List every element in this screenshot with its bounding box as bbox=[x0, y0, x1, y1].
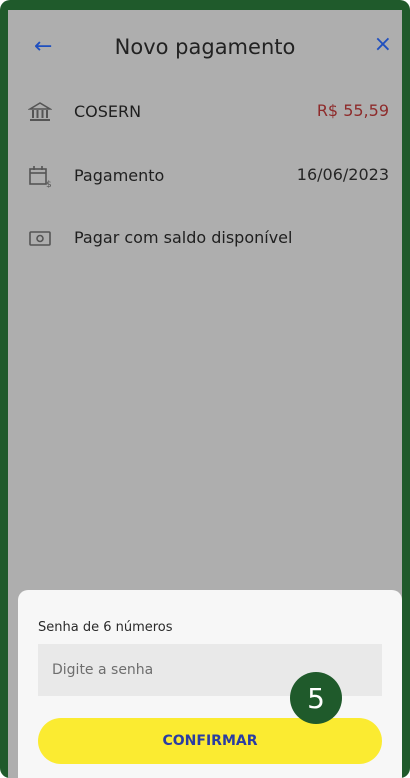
svg-text:$: $ bbox=[46, 180, 52, 188]
tutorial-frame: ← Novo pagamento × COSERN R$ 55,59 $ Pag… bbox=[0, 0, 410, 778]
bank-icon bbox=[28, 102, 52, 121]
password-label: Senha de 6 números bbox=[38, 620, 173, 635]
confirm-button[interactable]: CONFIRMAR bbox=[38, 718, 382, 764]
close-icon[interactable]: × bbox=[374, 32, 392, 58]
calendar-money-icon: $ bbox=[29, 166, 52, 188]
payment-date-label: Pagamento bbox=[74, 166, 165, 185]
payment-screen: ← Novo pagamento × COSERN R$ 55,59 $ Pag… bbox=[8, 10, 402, 778]
payment-date-row: $ Pagamento 16/06/2023 bbox=[8, 156, 402, 196]
wallet-icon bbox=[29, 231, 51, 246]
payment-date-value: 16/06/2023 bbox=[296, 165, 389, 184]
step-number-badge: 5 bbox=[290, 672, 342, 724]
biller-name: COSERN bbox=[74, 102, 142, 121]
biller-row: COSERN R$ 55,59 bbox=[8, 92, 402, 132]
balance-row[interactable]: Pagar com saldo disponível bbox=[8, 218, 402, 258]
app-header: ← Novo pagamento × bbox=[8, 10, 402, 82]
password-sheet: Senha de 6 números CONFIRMAR bbox=[18, 590, 402, 778]
balance-option-label: Pagar com saldo disponível bbox=[74, 228, 293, 247]
payment-amount: R$ 55,59 bbox=[316, 101, 389, 120]
page-title: Novo pagamento bbox=[114, 35, 296, 59]
